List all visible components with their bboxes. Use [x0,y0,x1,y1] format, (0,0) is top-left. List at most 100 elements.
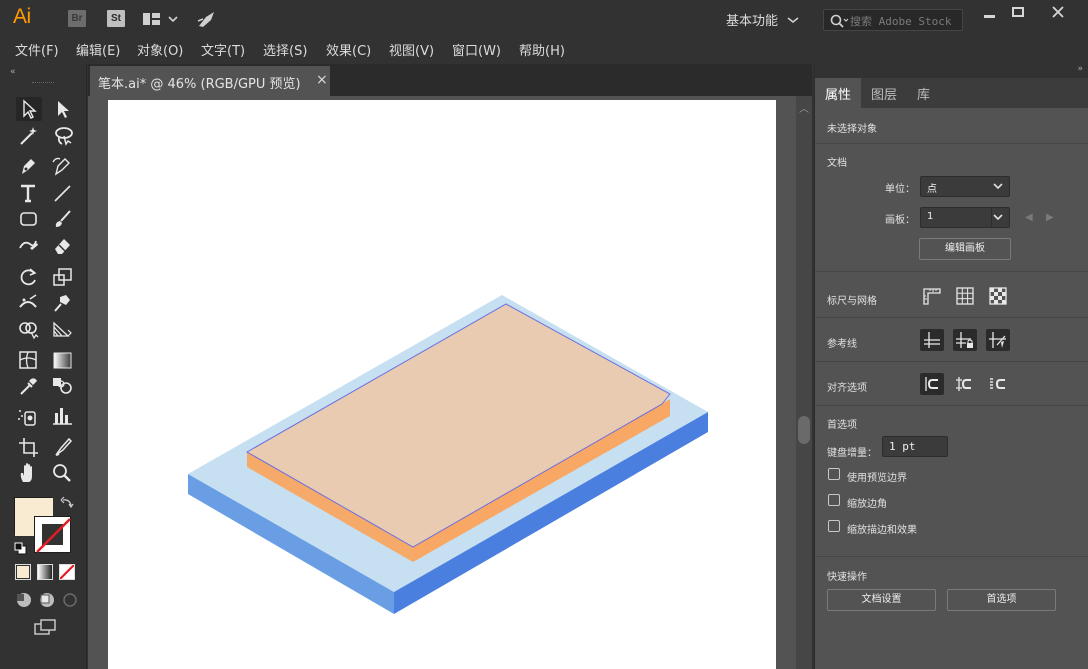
scale-corners-checkbox[interactable] [828,494,840,506]
color-mode-button[interactable] [15,564,31,580]
eyedropper-tool[interactable] [16,374,42,398]
scroll-up-arrow[interactable]: ︿ [799,100,809,115]
perspective-grid-tool[interactable] [50,317,76,341]
stock-search-input[interactable]: 搜索 Adobe Stock [823,9,963,31]
direct-selection-tool[interactable] [50,97,76,121]
gradient-tool[interactable] [50,348,76,372]
canvas-area[interactable] [88,96,796,669]
stock-button[interactable]: St [107,10,125,27]
vertical-scrollbar[interactable]: ︿ [796,96,812,669]
tab-properties[interactable]: 属性 [815,78,862,108]
menu-view[interactable]: 视图(V) [389,40,434,59]
title-bar: Ai Br St 基本功能 搜索 Adobe Stock [0,0,1088,36]
grid-icon[interactable] [953,285,977,307]
ruler-icon[interactable] [920,285,944,307]
eraser-tool[interactable] [50,234,76,258]
type-tool[interactable] [16,181,42,205]
symbol-sprayer-tool[interactable] [16,404,42,428]
unit-dropdown[interactable]: 点 [920,176,1010,197]
menu-file[interactable]: 文件(F) [15,40,59,59]
width-tool[interactable] [16,291,42,315]
rulers-grids-section: 标尺与网格 [815,272,1088,318]
rulers-grids-label: 标尺与网格 [827,296,877,307]
gradient-mode-button[interactable] [37,564,53,580]
menu-select[interactable]: 选择(S) [263,40,307,59]
show-guides-icon[interactable] [920,329,944,351]
snap-to-glyph-icon[interactable] [953,373,977,395]
maximize-button[interactable] [1000,4,1036,24]
draw-inside-icon[interactable] [60,591,80,612]
document-setup-button[interactable]: 文档设置 [827,589,936,611]
tab-layers[interactable]: 图层 [861,78,907,108]
previous-artboard-icon[interactable]: ◀ [1025,212,1033,223]
hand-tool[interactable] [16,461,42,485]
blend-tool[interactable] [50,374,76,398]
line-segment-tool[interactable] [50,181,76,205]
column-graph-tool[interactable] [50,404,76,428]
rotate-tool[interactable] [16,265,42,289]
scroll-thumb[interactable] [798,416,810,444]
preferences-button[interactable]: 首选项 [947,589,1056,611]
slice-tool[interactable] [50,435,76,459]
magic-wand-tool[interactable] [16,124,42,148]
tools-panel: « [0,64,87,669]
shaper-tool[interactable] [16,234,42,258]
toolbar-grip[interactable] [32,82,54,84]
smart-guides-icon[interactable] [986,329,1010,351]
document-tab[interactable]: 笔本.ai* @ 46% (RGB/GPU 预览) × [90,66,330,96]
artboard-dropdown[interactable]: 1 [920,207,1010,228]
artboard-tool[interactable] [16,435,42,459]
curvature-tool[interactable] [50,154,76,178]
menu-edit[interactable]: 编辑(E) [76,40,120,59]
paintbrush-tool[interactable] [50,207,76,231]
arrange-documents-icon[interactable] [142,11,182,30]
collapse-toolbar-button[interactable]: « [10,67,16,77]
scale-tool[interactable] [50,265,76,289]
snap-to-point-icon[interactable] [920,373,944,395]
draw-behind-icon[interactable] [37,591,57,612]
artboard[interactable] [108,100,776,669]
draw-normal-icon[interactable] [14,591,34,612]
workspace-switcher[interactable]: 基本功能 [726,10,800,29]
snap-to-pixel-icon[interactable] [986,373,1010,395]
shape-builder-tool[interactable] [16,317,42,341]
artboard-value: 1 [927,211,934,222]
collapse-panel-button[interactable]: » [1077,64,1083,74]
mesh-tool[interactable] [16,348,42,372]
keyboard-increment-input[interactable]: 1 pt [882,436,948,457]
scale-strokes-effects-checkbox[interactable] [828,520,840,532]
next-artboard-icon[interactable]: ▶ [1046,212,1054,223]
menu-window[interactable]: 窗口(W) [452,40,501,59]
edit-artboards-button[interactable]: 编辑画板 [919,238,1011,260]
gpu-performance-icon[interactable] [196,9,218,32]
stroke-swatch[interactable] [34,516,71,553]
transparency-grid-icon[interactable] [986,285,1010,307]
none-mode-button[interactable] [59,564,75,580]
close-document-button[interactable]: × [316,72,328,88]
chevron-down-icon [787,17,799,24]
default-fill-stroke-icon[interactable] [14,542,28,559]
bridge-button[interactable]: Br [68,10,86,27]
menu-object[interactable]: 对象(O) [137,40,183,59]
rectangle-tool[interactable] [16,207,42,231]
no-selection-label: 未选择对象 [827,124,877,135]
guides-section: 参考线 [815,318,1088,362]
isometric-notebook-artwork[interactable] [108,100,776,669]
zoom-tool[interactable] [50,461,76,485]
lock-guides-icon[interactable] [953,329,977,351]
use-preview-bounds-checkbox[interactable] [828,468,840,480]
artboard-label: 画板： [885,215,915,226]
pen-tool[interactable] [16,154,42,178]
tab-libraries[interactable]: 库 [907,78,940,108]
menu-type[interactable]: 文字(T) [201,40,245,59]
lasso-tool[interactable] [50,124,76,148]
keyboard-increment-label: 键盘增量： [827,448,877,459]
selection-tool[interactable] [16,97,42,121]
swap-fill-stroke-icon[interactable] [60,496,74,513]
screen-mode-icon[interactable] [33,617,59,640]
puppet-warp-tool[interactable] [50,291,76,315]
menu-help[interactable]: 帮助(H) [519,40,565,59]
chevron-down-icon [993,214,1003,221]
close-window-button[interactable] [1040,4,1076,24]
menu-effect[interactable]: 效果(C) [326,40,371,59]
